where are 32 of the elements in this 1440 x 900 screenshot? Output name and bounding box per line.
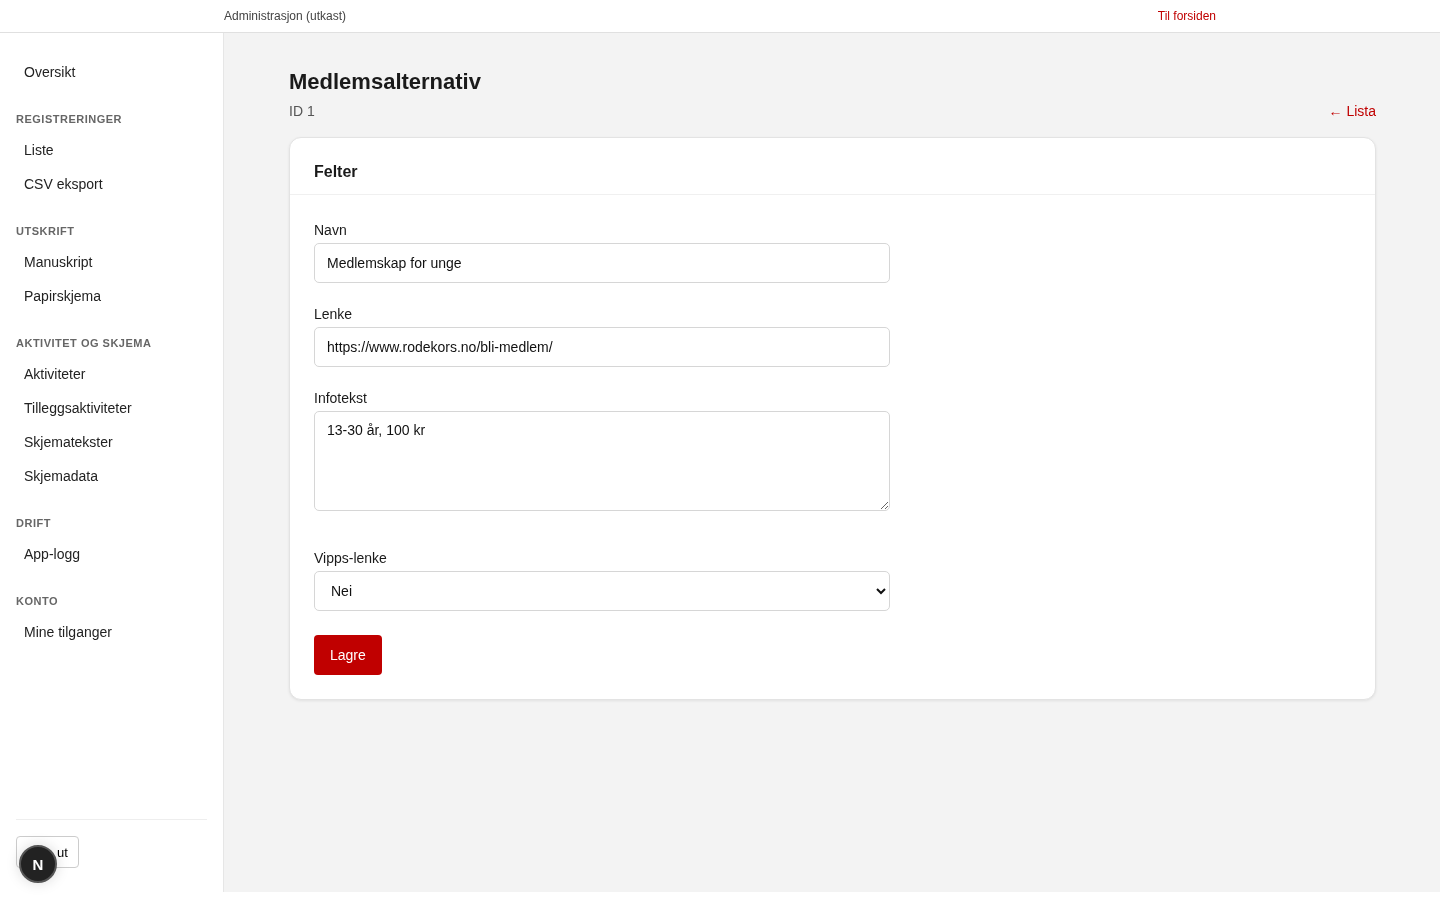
field-label: Infotekst bbox=[314, 389, 368, 407]
section-heading: REGISTRERINGER bbox=[16, 112, 123, 127]
section-heading: AKTIVITET OG SKJEMA bbox=[16, 336, 153, 351]
sidebar-item[interactable]: CSV eksport bbox=[16, 167, 207, 201]
back-link[interactable]: ← Lista bbox=[1328, 103, 1376, 119]
section-heading: UTSKRIFT bbox=[16, 224, 76, 239]
sidebar-item[interactable]: Aktiviteter bbox=[16, 357, 207, 391]
section-heading: KONTO bbox=[16, 594, 60, 609]
field-label: Navn bbox=[314, 221, 348, 239]
dev-indicator-button[interactable]: N bbox=[19, 845, 57, 883]
input-field[interactable]: Medlemskap for unge bbox=[314, 243, 890, 283]
app-title: Administrasjon (utkast) bbox=[224, 9, 347, 23]
save-button[interactable]: Lagre bbox=[314, 635, 382, 675]
select-field[interactable]: Nei bbox=[314, 571, 890, 611]
section-heading: DRIFT bbox=[16, 516, 52, 531]
card-title: Felter bbox=[314, 162, 359, 182]
input-field[interactable]: https://www.rodekors.no/bli-medlem/ bbox=[314, 327, 890, 367]
field-label: Vipps-lenke bbox=[314, 549, 388, 567]
text-area[interactable]: 13-30 år, 100 kr bbox=[314, 411, 890, 511]
sidebar-item[interactable]: Skjematekster bbox=[16, 425, 207, 459]
sidebar-item[interactable]: Mine tilganger bbox=[16, 615, 207, 649]
sidebar-item[interactable]: App-logg bbox=[16, 537, 207, 571]
sidebar-item[interactable]: Skjemadata bbox=[16, 459, 207, 493]
sidebar-item[interactable]: Papirskjema bbox=[16, 279, 207, 313]
sidebar-item[interactable]: Tilleggsaktiviteter bbox=[16, 391, 207, 425]
page-title: Medlemsalternativ bbox=[289, 68, 482, 96]
home-link[interactable]: Til forsiden bbox=[1157, 9, 1216, 23]
record-id: ID 1 bbox=[289, 103, 315, 119]
field-label: Lenke bbox=[314, 305, 354, 323]
sidebar-item[interactable]: Manuskript bbox=[16, 245, 207, 279]
sidebar-item[interactable]: Liste bbox=[16, 133, 207, 167]
sidebar-item[interactable]: Oversikt bbox=[16, 55, 207, 89]
